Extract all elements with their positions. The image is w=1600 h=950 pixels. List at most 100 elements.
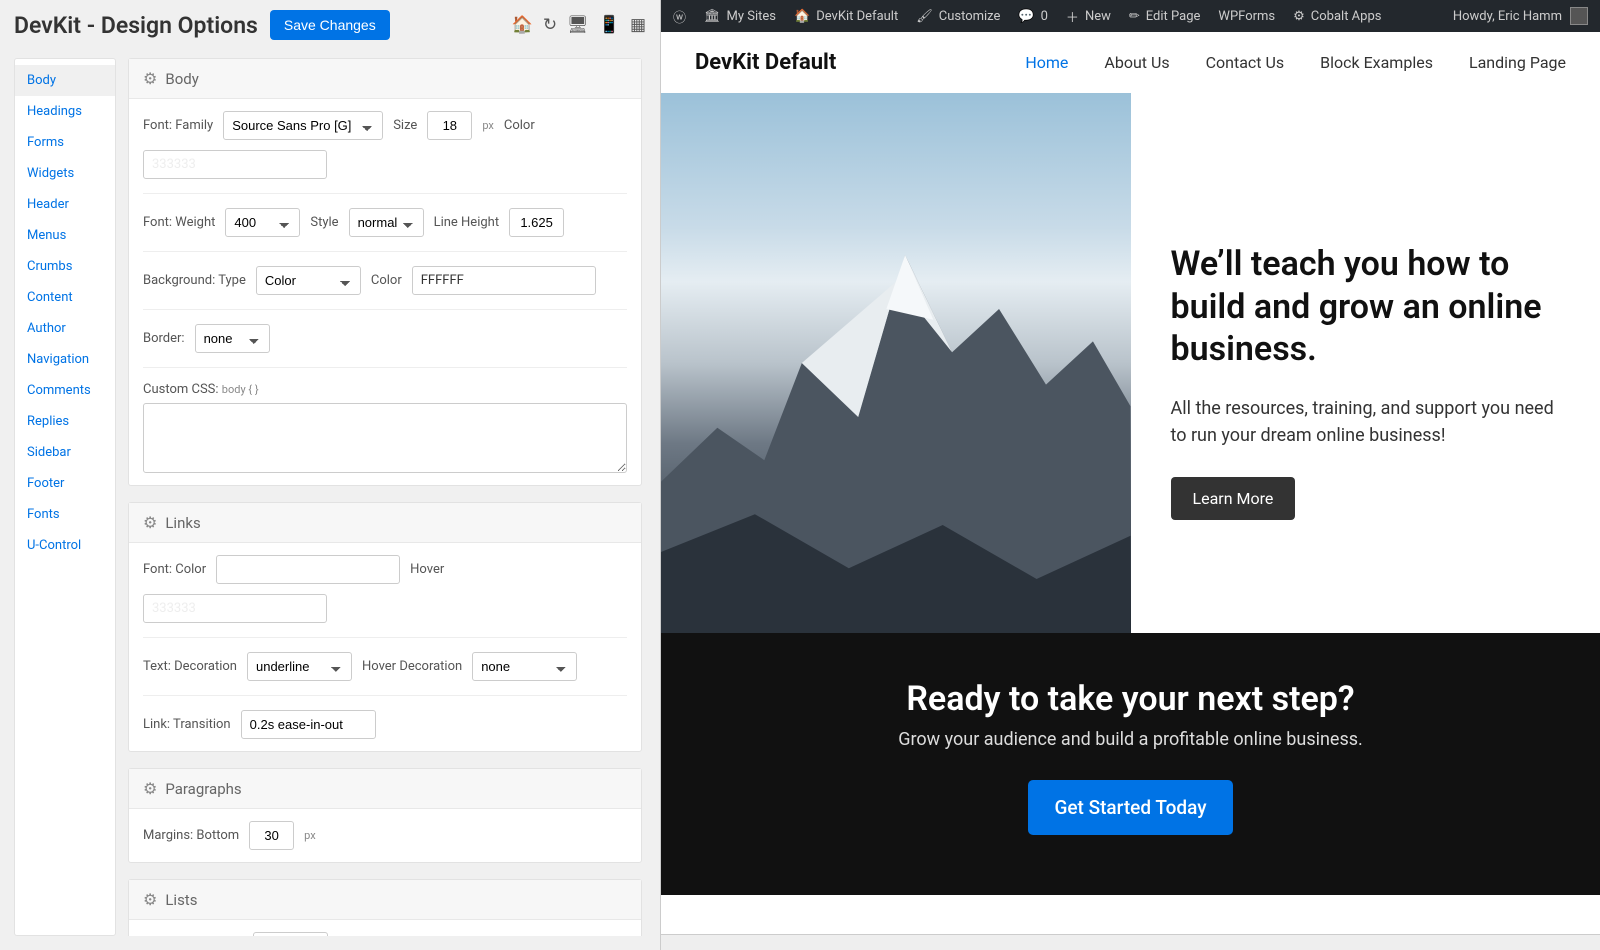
sidebar-item-menus[interactable]: Menus [15,220,115,251]
textdec-select[interactable]: underline [247,652,352,681]
font-weight-select[interactable]: 400 [225,208,300,237]
sitename-link[interactable]: 🏠 DevKit Default [794,9,898,24]
gear-icon [143,779,157,798]
links-section: Links Font: Color Hover Text: Decoration… [128,502,642,752]
new-link[interactable]: ＋ New [1066,7,1111,26]
links-section-title: Links [165,514,200,532]
site-nav: Home About Us Contact Us Block Examples … [1025,53,1566,72]
sidebar-item-widgets[interactable]: Widgets [15,158,115,189]
cta-heading: Ready to take your next step? [681,679,1580,719]
nav-home[interactable]: Home [1025,53,1068,72]
paragraphs-section-title: Paragraphs [165,780,241,798]
nav-about[interactable]: About Us [1104,53,1169,72]
mobile-icon[interactable]: ▦ [630,15,646,35]
howdy-text[interactable]: Howdy, Eric Hamm [1453,9,1562,24]
horizontal-scrollbar[interactable] [661,934,1600,950]
sidebar-item-comments[interactable]: Comments [15,375,115,406]
sidebar-item-crumbs[interactable]: Crumbs [15,251,115,282]
bg-type-select[interactable]: Color [256,266,361,295]
options-column[interactable]: Body Font: Family Source Sans Pro [G] Si… [128,58,646,936]
customize-link[interactable]: 🖌 Customize [916,9,1000,24]
sidebar-item-author[interactable]: Author [15,313,115,344]
hero-image [661,93,1131,633]
body-section-title: Body [165,70,198,88]
lists-section-title: Lists [165,891,197,909]
hero-paragraph: All the resources, training, and support… [1171,395,1561,449]
tablet-icon[interactable]: 📱 [599,15,620,35]
nav-contact[interactable]: Contact Us [1206,53,1285,72]
font-color-swatch[interactable] [143,150,327,179]
sidebar-item-headings[interactable]: Headings [15,96,115,127]
sidebar-item-content[interactable]: Content [15,282,115,313]
para-margins-label: Margins: Bottom [143,828,239,843]
bg-color-label: Color [371,273,402,288]
hoverdec-label: Hover Decoration [362,659,462,674]
font-size-input[interactable] [427,111,472,140]
border-label: Border: [143,331,185,346]
sidebar-item-body[interactable]: Body [15,65,115,96]
li-style-select[interactable]: disc [253,932,328,936]
home-icon[interactable]: 🏠 [512,15,533,35]
sidebar-item-footer[interactable]: Footer [15,468,115,499]
textdec-label: Text: Decoration [143,659,237,674]
lineheight-label: Line Height [434,215,500,230]
cobalt-link[interactable]: ⚙ Cobalt Apps [1293,9,1381,24]
sidebar-item-replies[interactable]: Replies [15,406,115,437]
save-button[interactable]: Save Changes [270,10,390,40]
sidebar-item-fonts[interactable]: Fonts [15,499,115,530]
customcss-textarea[interactable] [143,403,627,473]
lists-section-header[interactable]: Lists [129,880,641,920]
mysites-link[interactable]: 🏛 My Sites [704,9,776,24]
sidebar-item-ucontrol[interactable]: U-Control [15,530,115,561]
learn-more-button[interactable]: Learn More [1171,477,1296,520]
bg-type-label: Background: Type [143,273,246,288]
sidebar-item-navigation[interactable]: Navigation [15,344,115,375]
site-preview[interactable]: DevKit Default Home About Us Contact Us … [661,32,1600,934]
paragraphs-section-header[interactable]: Paragraphs [129,769,641,809]
hoverdec-select[interactable]: none [472,652,577,681]
avatar[interactable] [1570,7,1588,25]
link-hover-label: Hover [410,562,444,577]
get-started-button[interactable]: Get Started Today [1028,780,1232,835]
comments-link[interactable]: 💬 0 [1018,9,1048,24]
gear-icon [143,513,157,532]
paragraphs-section: Paragraphs Margins: Bottom px [128,768,642,863]
refresh-icon[interactable]: ↻ [543,15,557,35]
font-style-select[interactable]: normal [349,208,424,237]
lists-section: Lists LI List-Style: Type disc UL Margin… [128,879,642,936]
sidebar: Body Headings Forms Widgets Header Menus… [14,58,116,936]
links-section-header[interactable]: Links [129,503,641,543]
transition-label: Link: Transition [143,717,231,732]
border-select[interactable]: none [195,324,270,353]
lineheight-input[interactable] [509,208,564,237]
font-size-label: Size [393,118,417,133]
nav-landing[interactable]: Landing Page [1469,53,1566,72]
transition-input[interactable] [241,710,376,739]
bg-color-swatch[interactable] [412,266,596,295]
nav-blocks[interactable]: Block Examples [1320,53,1433,72]
link-color-swatch[interactable] [216,555,400,584]
body-section: Body Font: Family Source Sans Pro [G] Si… [128,58,642,486]
para-margins-unit: px [304,829,316,842]
font-family-label: Font: Family [143,118,213,133]
link-hover-swatch[interactable] [143,594,327,623]
sidebar-item-sidebar[interactable]: Sidebar [15,437,115,468]
customcss-selector: body { } [222,383,259,396]
gear-icon [143,69,157,88]
desktop-icon[interactable]: 🖥 [567,15,589,35]
gear-icon [143,890,157,909]
site-title[interactable]: DevKit Default [695,50,836,75]
wpforms-link[interactable]: WPForms [1218,9,1275,24]
para-margins-input[interactable] [249,821,294,850]
wp-logo-icon[interactable]: ⓦ [673,7,686,26]
body-section-header[interactable]: Body [129,59,641,99]
font-family-select[interactable]: Source Sans Pro [G] [223,111,383,140]
sidebar-item-header[interactable]: Header [15,189,115,220]
link-color-label: Font: Color [143,562,206,577]
font-size-unit: px [482,119,494,132]
page-title: DevKit - Design Options [14,12,258,39]
editpage-link[interactable]: ✏ Edit Page [1129,9,1201,24]
header-toolbar: 🏠 ↻ 🖥 📱 ▦ [512,15,646,35]
wp-adminbar: ⓦ 🏛 My Sites 🏠 DevKit Default 🖌 Customiz… [661,0,1600,32]
sidebar-item-forms[interactable]: Forms [15,127,115,158]
